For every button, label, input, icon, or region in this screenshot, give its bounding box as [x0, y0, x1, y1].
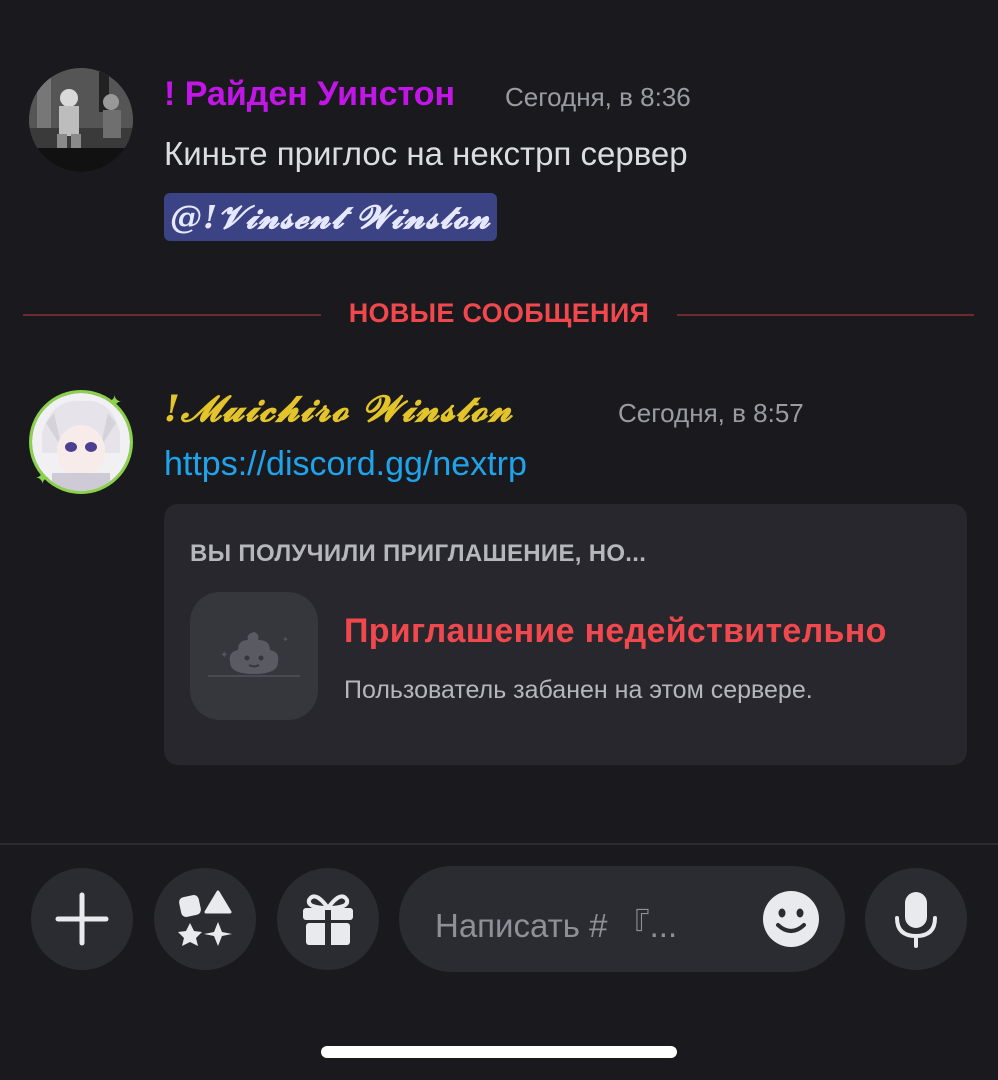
- invite-link[interactable]: https://discord.gg/nextrp: [164, 445, 527, 484]
- composer-divider: [0, 843, 998, 845]
- timestamp: Сегодня, в 8:36: [505, 82, 691, 112]
- sparkle-icon: ✦: [35, 468, 51, 488]
- svg-text:✦: ✦: [220, 650, 228, 661]
- emoji-button[interactable]: [761, 889, 821, 949]
- home-indicator[interactable]: [321, 1046, 677, 1058]
- message-input[interactable]: Написать # 『...: [399, 866, 845, 972]
- poop-icon: ✦ ✦: [190, 592, 318, 720]
- embed-subtitle: Пользователь забанен на этом сервере.: [344, 676, 813, 704]
- emoji-icon: [763, 891, 819, 947]
- svg-text:✦: ✦: [282, 635, 289, 644]
- message-1[interactable]: ! Райден Уинстон Сегодня, в 8:36 Киньте …: [0, 0, 998, 260]
- sparkle-icon: ✦: [107, 392, 123, 412]
- apps-icon: [178, 890, 232, 946]
- embed-heading: Приглашение недействительно: [344, 612, 887, 650]
- message-input-placeholder: Написать # 『...: [435, 907, 678, 944]
- gift-icon: [303, 894, 353, 945]
- invite-embed: ВЫ ПОЛУЧИЛИ ПРИГЛАШЕНИЕ, НО... ✦ ✦ Пригл…: [164, 504, 967, 765]
- plus-icon: [55, 892, 109, 946]
- add-attachment-button[interactable]: [31, 868, 133, 970]
- avatar[interactable]: [29, 68, 133, 172]
- apps-button[interactable]: [154, 868, 256, 970]
- voice-message-button[interactable]: [865, 868, 967, 970]
- gift-button[interactable]: [277, 868, 379, 970]
- divider-line-right: [677, 314, 974, 316]
- timestamp: Сегодня, в 8:57: [618, 398, 804, 428]
- author-name[interactable]: !𝓜𝓾𝓲𝓬𝓱𝓲𝓻𝓸 𝓦𝓲𝓷𝓼𝓽𝓸𝓷: [164, 388, 513, 431]
- microphone-icon: [895, 892, 937, 948]
- user-mention[interactable]: @!𝓥𝓲𝓷𝓼𝓮𝓷𝓽 𝓦𝓲𝓷𝓼𝓽𝓸𝓷: [164, 193, 498, 241]
- embed-title: ВЫ ПОЛУЧИЛИ ПРИГЛАШЕНИЕ, НО...: [190, 540, 647, 567]
- message-text: Киньте приглос на некстрп сервер: [164, 135, 688, 172]
- author-name[interactable]: ! Райден Уинстон: [164, 75, 455, 114]
